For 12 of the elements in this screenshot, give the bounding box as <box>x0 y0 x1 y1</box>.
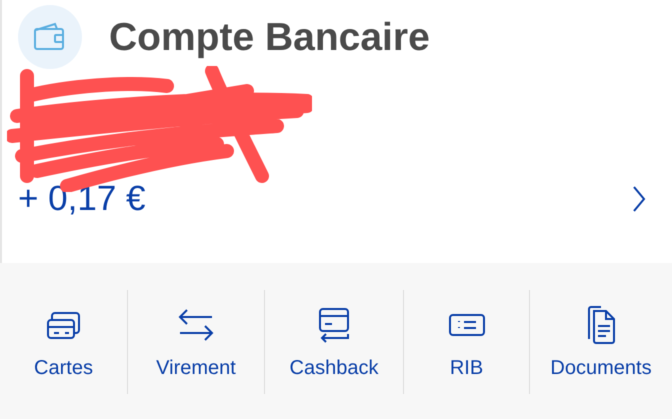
action-button[interactable]: Cartes <box>0 290 127 394</box>
transfer-arrows-icon <box>177 308 215 342</box>
documents-icon <box>586 306 616 344</box>
id-card-icon <box>448 313 484 337</box>
action-button[interactable]: RIB <box>403 290 529 394</box>
cards-icon <box>46 310 82 340</box>
account-title: Compte Bancaire <box>109 18 430 56</box>
action-button[interactable]: Cashback <box>264 290 403 394</box>
action-button[interactable]: Virement <box>127 290 264 394</box>
action-button[interactable]: Documents <box>529 290 672 394</box>
chevron-right-icon[interactable] <box>632 184 646 212</box>
card-return-icon <box>317 307 351 343</box>
